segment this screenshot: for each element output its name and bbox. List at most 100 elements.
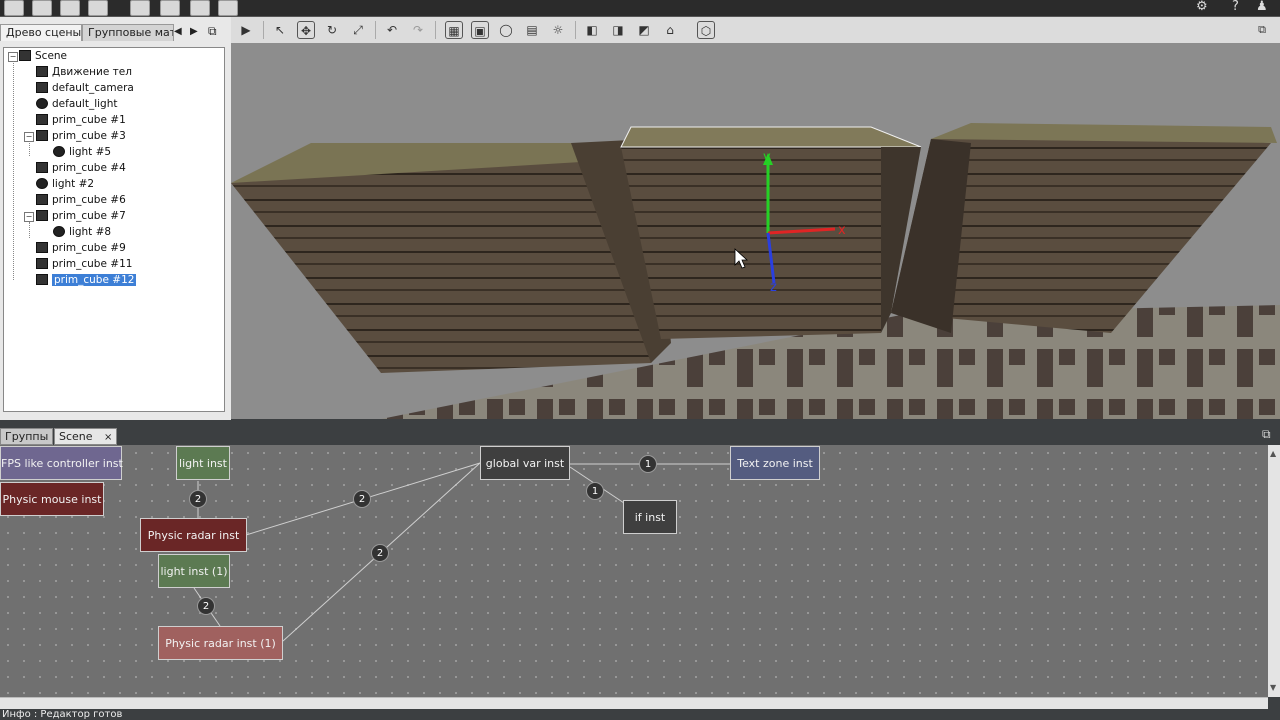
- tree-node[interactable]: prim_cube #1: [36, 113, 126, 128]
- scene-icon: [19, 50, 31, 61]
- tree-node[interactable]: default_camera: [36, 81, 134, 96]
- cube-icon: [36, 130, 48, 141]
- save-all-icon[interactable]: [88, 0, 108, 16]
- graph-node-text-zone[interactable]: Text zone inst: [730, 446, 820, 480]
- cube-view-icon[interactable]: ⬡: [697, 21, 715, 39]
- graph-node-physic-radar[interactable]: Physic radar inst: [140, 518, 247, 552]
- graph-node-physic-mouse[interactable]: Physic mouse inst: [0, 482, 104, 516]
- move-icon[interactable]: ✥: [297, 21, 315, 39]
- tree-node-label: prim_cube #6: [52, 194, 126, 206]
- undo-icon[interactable]: ↶: [383, 21, 401, 39]
- scale-icon[interactable]: ⤢: [349, 21, 367, 39]
- sphere-icon[interactable]: ◯: [497, 21, 515, 39]
- tree-node[interactable]: prim_cube #7: [36, 209, 126, 224]
- graph-node-physic-radar-1[interactable]: Physic radar inst (1): [158, 626, 283, 660]
- expander-prim-cube-3[interactable]: −: [24, 132, 34, 142]
- tree-node[interactable]: light #8: [53, 225, 111, 240]
- tree-node[interactable]: prim_cube #9: [36, 241, 126, 256]
- view-front-icon[interactable]: ◧: [583, 21, 601, 39]
- texture-icon[interactable]: ▤: [523, 21, 541, 39]
- view-side-icon[interactable]: ◩: [635, 21, 653, 39]
- tab-scene[interactable]: Scene ×: [54, 428, 118, 445]
- tree-node-label: prim_cube #4: [52, 162, 126, 174]
- maximize-icon[interactable]: ⧉: [1253, 21, 1271, 39]
- crate-middle-top: [620, 126, 922, 148]
- tab-scroll-right-icon[interactable]: ▶: [190, 26, 198, 37]
- tab-groups[interactable]: Группы: [0, 428, 54, 445]
- tab-scene-tree[interactable]: Древо сцены: [0, 24, 82, 41]
- node-graph-canvas[interactable]: FPS like controller inst Physic mouse in…: [0, 445, 1268, 697]
- main-toolbar: ⚙ ? ♟: [0, 0, 1280, 17]
- play-icon[interactable]: [218, 0, 238, 16]
- graph-node-global-var[interactable]: global var inst: [480, 446, 570, 480]
- tree-node[interactable]: light #5: [53, 145, 111, 160]
- tree-node-label: light #2: [52, 178, 95, 190]
- tree-node-label: prim_cube #1: [52, 114, 126, 126]
- save-icon[interactable]: [60, 0, 80, 16]
- sun-icon[interactable]: ☼: [549, 21, 567, 39]
- tree-node[interactable]: light #2: [36, 177, 94, 192]
- tab-group-materials[interactable]: Групповые мате: [82, 24, 174, 41]
- rotate-icon[interactable]: ↻: [323, 21, 341, 39]
- tree-node-label: prim_cube #9: [52, 242, 126, 254]
- tab-scroll-left-icon[interactable]: ◀: [174, 26, 182, 37]
- tree-node-label: prim_cube #3: [52, 130, 126, 142]
- graph-node-if[interactable]: if inst: [623, 500, 677, 534]
- toolbar-separator: [263, 21, 264, 39]
- open-file-icon[interactable]: [32, 0, 52, 16]
- maximize-icon[interactable]: ⧉: [208, 24, 217, 39]
- expander-scene[interactable]: −: [8, 52, 18, 62]
- toolbar-separator: [435, 21, 436, 39]
- redo-icon[interactable]: ↷: [409, 21, 427, 39]
- gizmo-y-label: y: [763, 150, 771, 165]
- horizontal-scrollbar[interactable]: [0, 697, 1268, 709]
- scene-tree: − Scene Движение тел default_camera defa…: [3, 47, 225, 412]
- tree-node[interactable]: prim_cube #11: [36, 257, 132, 272]
- tree-node-label: prim_cube #7: [52, 210, 126, 222]
- tree-node[interactable]: prim_cube #6: [36, 193, 126, 208]
- tree-guide: [29, 222, 30, 238]
- tree-node[interactable]: prim_cube #4: [36, 161, 126, 176]
- cube-icon: [36, 210, 48, 221]
- tree-node-label: light #5: [69, 146, 112, 158]
- close-icon[interactable]: ×: [104, 432, 112, 443]
- light-icon: [36, 98, 48, 109]
- grid-icon[interactable]: ▦: [445, 21, 463, 39]
- cube-icon: [36, 114, 48, 125]
- tree-node-label: prim_cube #12: [52, 274, 137, 286]
- tree-node-label: prim_cube #11: [52, 258, 133, 270]
- select-icon[interactable]: ↖: [271, 21, 289, 39]
- scroll-down-icon[interactable]: ▼: [1270, 683, 1276, 692]
- gear-icon[interactable]: ⚙: [1196, 0, 1208, 14]
- camera-icon[interactable]: ⌂: [661, 21, 679, 39]
- graph-node-light-1[interactable]: light inst (1): [158, 554, 230, 588]
- maximize-icon[interactable]: ⧉: [1262, 427, 1271, 442]
- status-bar: Инфо : Редактор готов: [0, 709, 1280, 720]
- tree-node-selected[interactable]: prim_cube #12: [36, 273, 137, 288]
- view-top-icon[interactable]: ◨: [609, 21, 627, 39]
- chart-icon[interactable]: [160, 0, 180, 16]
- new-file-icon[interactable]: [4, 0, 24, 16]
- tree-node-scene[interactable]: Scene: [19, 49, 67, 64]
- vertical-scrollbar[interactable]: ▲ ▼: [1268, 445, 1280, 697]
- link-badge: 2: [353, 490, 371, 508]
- scroll-up-icon[interactable]: ▲: [1270, 449, 1276, 458]
- wireframe-icon[interactable]: ▣: [471, 21, 489, 39]
- cube-icon: [36, 194, 48, 205]
- check-icon[interactable]: [190, 0, 210, 16]
- tree-node[interactable]: Движение тел: [36, 65, 132, 80]
- graph-node-fps-controller[interactable]: FPS like controller inst: [0, 446, 123, 480]
- expander-prim-cube-7[interactable]: −: [24, 212, 34, 222]
- cube-icon: [36, 274, 48, 285]
- graph-node-light[interactable]: light inst: [176, 446, 230, 480]
- help-icon[interactable]: ?: [1232, 0, 1239, 14]
- tree-node[interactable]: prim_cube #3: [36, 129, 126, 144]
- tree-node[interactable]: default_light: [36, 97, 117, 112]
- tree-node-label: default_camera: [52, 82, 134, 94]
- 3d-viewport[interactable]: y x z: [231, 43, 1280, 419]
- users-icon[interactable]: ♟: [1256, 0, 1268, 14]
- cube-icon: [36, 258, 48, 269]
- play-icon[interactable]: ▶: [237, 21, 255, 39]
- layout-icon[interactable]: [130, 0, 150, 16]
- light-icon: [53, 226, 65, 237]
